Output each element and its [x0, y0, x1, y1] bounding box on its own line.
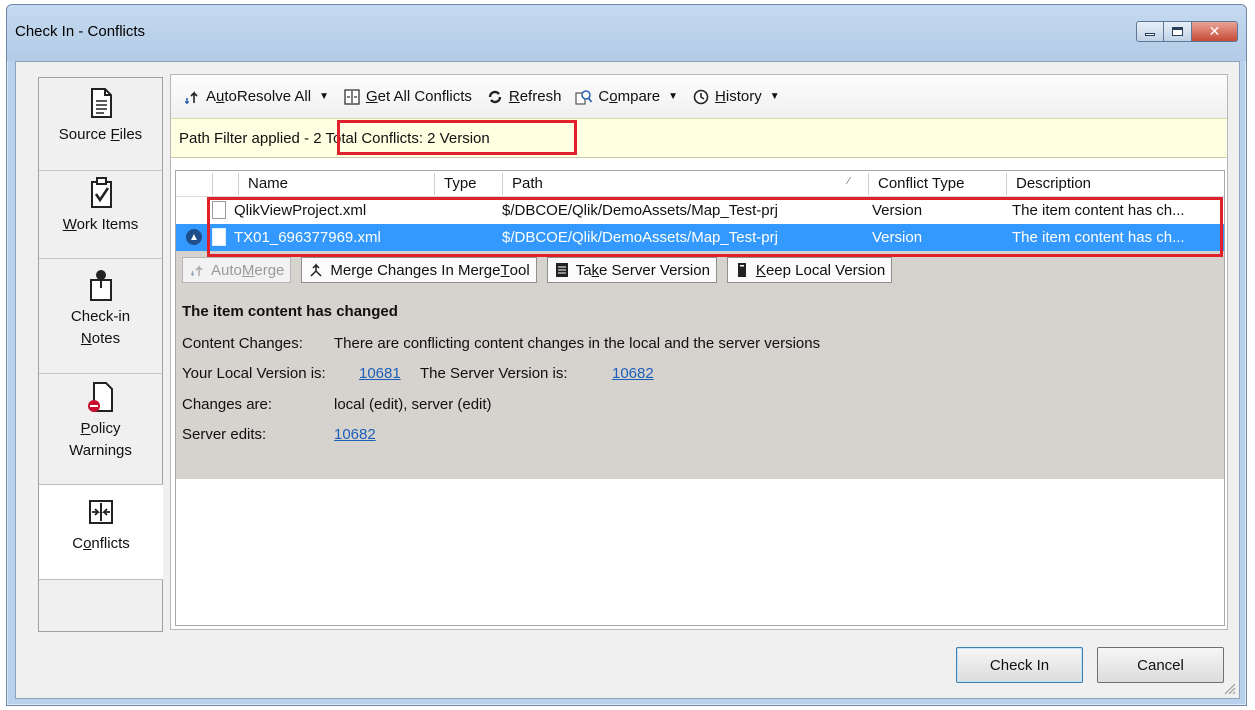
autoresolve-all-button[interactable]: Au toResolve All ▼: [183, 88, 329, 106]
nav-divider: [39, 373, 162, 374]
keep-local-version-button[interactable]: Keep Local Version: [726, 257, 893, 283]
server-edits-link[interactable]: 10682: [334, 426, 376, 443]
nav-source-files[interactable]: Source Files: [39, 86, 162, 168]
nav-policy-line2: Warnings: [69, 442, 132, 459]
server-edits-label: Server edits:: [182, 426, 267, 443]
conflict-detail-pane: Auto Merge Merge Changes In Merge Tool T…: [176, 251, 1224, 479]
nav-work-items[interactable]: Work Items: [39, 176, 162, 256]
title-bar[interactable]: Check In - Conflicts ✕: [7, 5, 1246, 61]
column-separator: [212, 173, 213, 195]
conflicts-panel: Au toResolve All ▼ Get All Conflicts Refr…: [170, 74, 1228, 630]
content-changes-value: There are conflicting content changes in…: [334, 335, 821, 352]
history-icon: [693, 89, 709, 104]
conflicts-toolbar: Au toResolve All ▼ Get All Conflicts Refr…: [171, 75, 1227, 118]
highlight-box-count: [337, 120, 577, 155]
column-header-description[interactable]: Description: [1016, 175, 1091, 192]
column-separator: [434, 173, 435, 195]
column-separator: [502, 173, 503, 195]
policy-warning-icon: [87, 382, 113, 412]
compare-icon: [575, 89, 593, 105]
refresh-icon: [488, 90, 502, 103]
grid-header: Name Type Path ∕ Conflict Type Descripti…: [176, 171, 1224, 197]
changes-are-label: Changes are:: [182, 396, 273, 413]
content-changes-label: Content Changes:: [182, 335, 303, 352]
close-icon: ✕: [1208, 23, 1221, 39]
autoresolve-icon: [185, 90, 198, 104]
sort-indicator-icon: ∕: [848, 176, 850, 187]
nav-checkin-notes-line1: Check-in: [70, 308, 131, 325]
get-all-conflicts-button[interactable]: Get All Conflicts: [343, 88, 472, 106]
server-version-label: The Server Version is:: [420, 365, 568, 382]
column-header-path[interactable]: Path: [512, 175, 543, 192]
detail-title: The item content has changed: [182, 303, 398, 320]
column-header-type[interactable]: Type: [444, 175, 477, 192]
local-computer-icon: [737, 263, 746, 277]
close-button[interactable]: ✕: [1192, 21, 1238, 42]
dialog-client: Source Files Work Items Check-in Notes P…: [15, 61, 1240, 699]
path-filter-text: Path Filter applied -: [179, 129, 314, 147]
dropdown-arrow-icon[interactable]: ▼: [319, 91, 329, 102]
changes-are-value: local (edit), server (edit): [334, 396, 492, 413]
cancel-button[interactable]: Cancel: [1097, 647, 1224, 683]
nav-policy-warnings[interactable]: Policy Warnings: [39, 380, 162, 480]
column-separator: [238, 173, 239, 195]
highlight-box-rows: [207, 197, 1223, 257]
document-icon: [90, 88, 112, 118]
take-server-version-button[interactable]: Ta k e Server Version: [546, 257, 717, 283]
nav-work-items-label: Work Items: [62, 216, 139, 233]
resolve-button-row: Auto Merge Merge Changes In Merge Tool T…: [182, 257, 902, 283]
get-conflicts-icon: [344, 88, 360, 105]
dialog-window: Check In - Conflicts ✕ Source Files Work…: [6, 4, 1247, 706]
column-header-conflict-type[interactable]: Conflict Type: [878, 175, 964, 192]
column-separator: [868, 173, 869, 195]
caption-buttons: ✕: [1136, 21, 1238, 42]
notes-pin-icon: [89, 270, 112, 301]
compare-button[interactable]: Co mpare ▼: [575, 88, 678, 106]
column-separator: [1006, 173, 1007, 195]
window-title: Check In - Conflicts: [15, 23, 146, 40]
server-icon: [555, 263, 568, 277]
dropdown-arrow-icon[interactable]: ▼: [770, 91, 780, 102]
dropdown-arrow-icon[interactable]: ▼: [668, 91, 678, 102]
merge-in-tool-button[interactable]: Merge Changes In Merge Tool: [301, 257, 537, 283]
maximize-button[interactable]: [1164, 21, 1192, 42]
column-header-name[interactable]: Name: [248, 175, 288, 192]
history-button[interactable]: History ▼: [692, 88, 780, 106]
local-version-link[interactable]: 10681: [359, 365, 401, 382]
conflicts-icon: [89, 500, 113, 524]
automerge-button[interactable]: Auto Merge: [182, 257, 292, 283]
minimize-icon: [1145, 33, 1155, 36]
automerge-icon: [191, 265, 203, 276]
local-version-label: Your Local Version is:: [182, 365, 326, 382]
server-version-link[interactable]: 10682: [612, 365, 654, 382]
nav-divider: [39, 170, 162, 171]
nav-divider: [39, 258, 162, 259]
maximize-icon: [1172, 27, 1183, 36]
refresh-button[interactable]: Refresh: [486, 88, 561, 106]
merge-tool-icon: [310, 263, 322, 277]
left-nav: Source Files Work Items Check-in Notes P…: [38, 77, 163, 632]
nav-checkin-notes[interactable]: Check-in Notes: [39, 268, 162, 368]
collapse-icon[interactable]: ▲: [186, 229, 202, 245]
path-filter-infobar: Path Filter applied - 2 Total Conflicts:…: [171, 118, 1227, 158]
nav-source-files-label: Source Files: [58, 126, 143, 143]
check-in-button[interactable]: Check In: [956, 647, 1083, 683]
nav-checkin-notes-label: Notes: [80, 330, 121, 347]
nav-conflicts-label: Conflicts: [72, 535, 130, 552]
nav-conflicts[interactable]: Conflicts: [39, 484, 163, 580]
clipboard-check-icon: [90, 177, 112, 208]
resize-grip-icon[interactable]: [1222, 681, 1236, 695]
minimize-button[interactable]: [1136, 21, 1164, 42]
nav-policy-label: Policy: [80, 420, 121, 437]
